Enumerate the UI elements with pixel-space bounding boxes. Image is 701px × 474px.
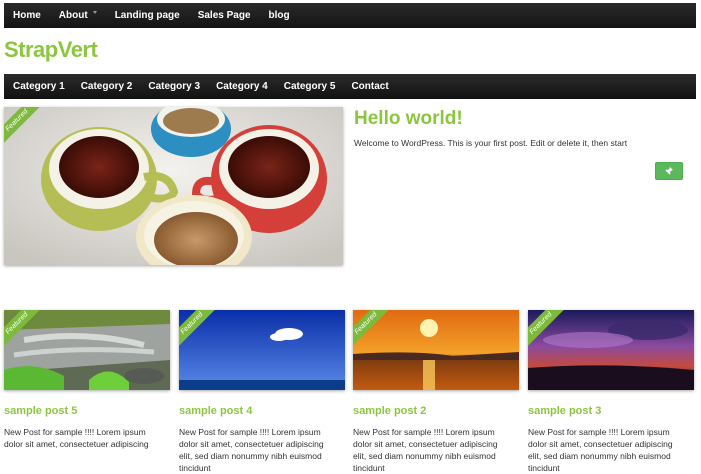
post-excerpt: New Post for sample !!!! Lorem ipsum dol… [353, 427, 498, 473]
sunset-image [353, 310, 519, 390]
featured-post-title[interactable]: Hello world! [354, 108, 463, 130]
site-title[interactable]: StrapVert [4, 37, 98, 63]
river-image [4, 310, 170, 390]
post-card: Featured sample post 5 New Post for samp… [4, 310, 170, 450]
category-navbar: Category 1 Category 2 Category 3 Categor… [4, 74, 696, 99]
nav-about-label: About [58, 10, 88, 21]
top-navbar: Home About Landing page Sales Page blog [4, 3, 696, 28]
nav-category-2[interactable]: Category 2 [73, 81, 141, 92]
nav-category-3[interactable]: Category 3 [140, 81, 208, 92]
post-title[interactable]: sample post 5 [4, 405, 170, 417]
post-card: Featured sample post 3 New Post for samp… [528, 310, 694, 474]
nav-contact[interactable]: Contact [343, 81, 396, 92]
pushpin-icon [665, 167, 673, 175]
nav-landing-page[interactable]: Landing page [106, 10, 189, 21]
post-card: Featured sample post 4 New Post for samp… [179, 310, 345, 474]
post-excerpt: New Post for sample !!!! Lorem ipsum dol… [4, 427, 149, 449]
featured-post-excerpt: Welcome to WordPress. This is your first… [354, 138, 628, 148]
post-thumbnail-sky[interactable]: Featured [179, 310, 345, 390]
post-title[interactable]: sample post 3 [528, 405, 694, 417]
post-thumbnail-river[interactable]: Featured [4, 310, 170, 390]
post-title[interactable]: sample post 4 [179, 405, 345, 417]
sky-image [179, 310, 345, 390]
caret-down-icon [92, 11, 97, 14]
nav-category-5[interactable]: Category 5 [276, 81, 344, 92]
post-card: Featured sample post 2 New Post for samp… [353, 310, 519, 474]
pin-button[interactable] [655, 162, 683, 180]
post-excerpt: New Post for sample !!!! Lorem ipsum dol… [179, 427, 324, 473]
post-title[interactable]: sample post 2 [353, 405, 519, 417]
nav-blog[interactable]: blog [260, 10, 299, 21]
nav-sales-page[interactable]: Sales Page [189, 10, 260, 21]
coffee-cups-illustration [4, 107, 343, 265]
post-excerpt: New Post for sample !!!! Lorem ipsum dol… [528, 427, 673, 473]
nav-category-1[interactable]: Category 1 [4, 81, 73, 92]
post-thumbnail-sunset[interactable]: Featured [353, 310, 519, 390]
dusk-beach-image [528, 310, 694, 390]
nav-about[interactable]: About [50, 10, 106, 21]
featured-post-image[interactable]: Featured [4, 107, 343, 265]
post-thumbnail-dusk[interactable]: Featured [528, 310, 694, 390]
nav-home[interactable]: Home [4, 10, 50, 21]
nav-category-4[interactable]: Category 4 [208, 81, 276, 92]
